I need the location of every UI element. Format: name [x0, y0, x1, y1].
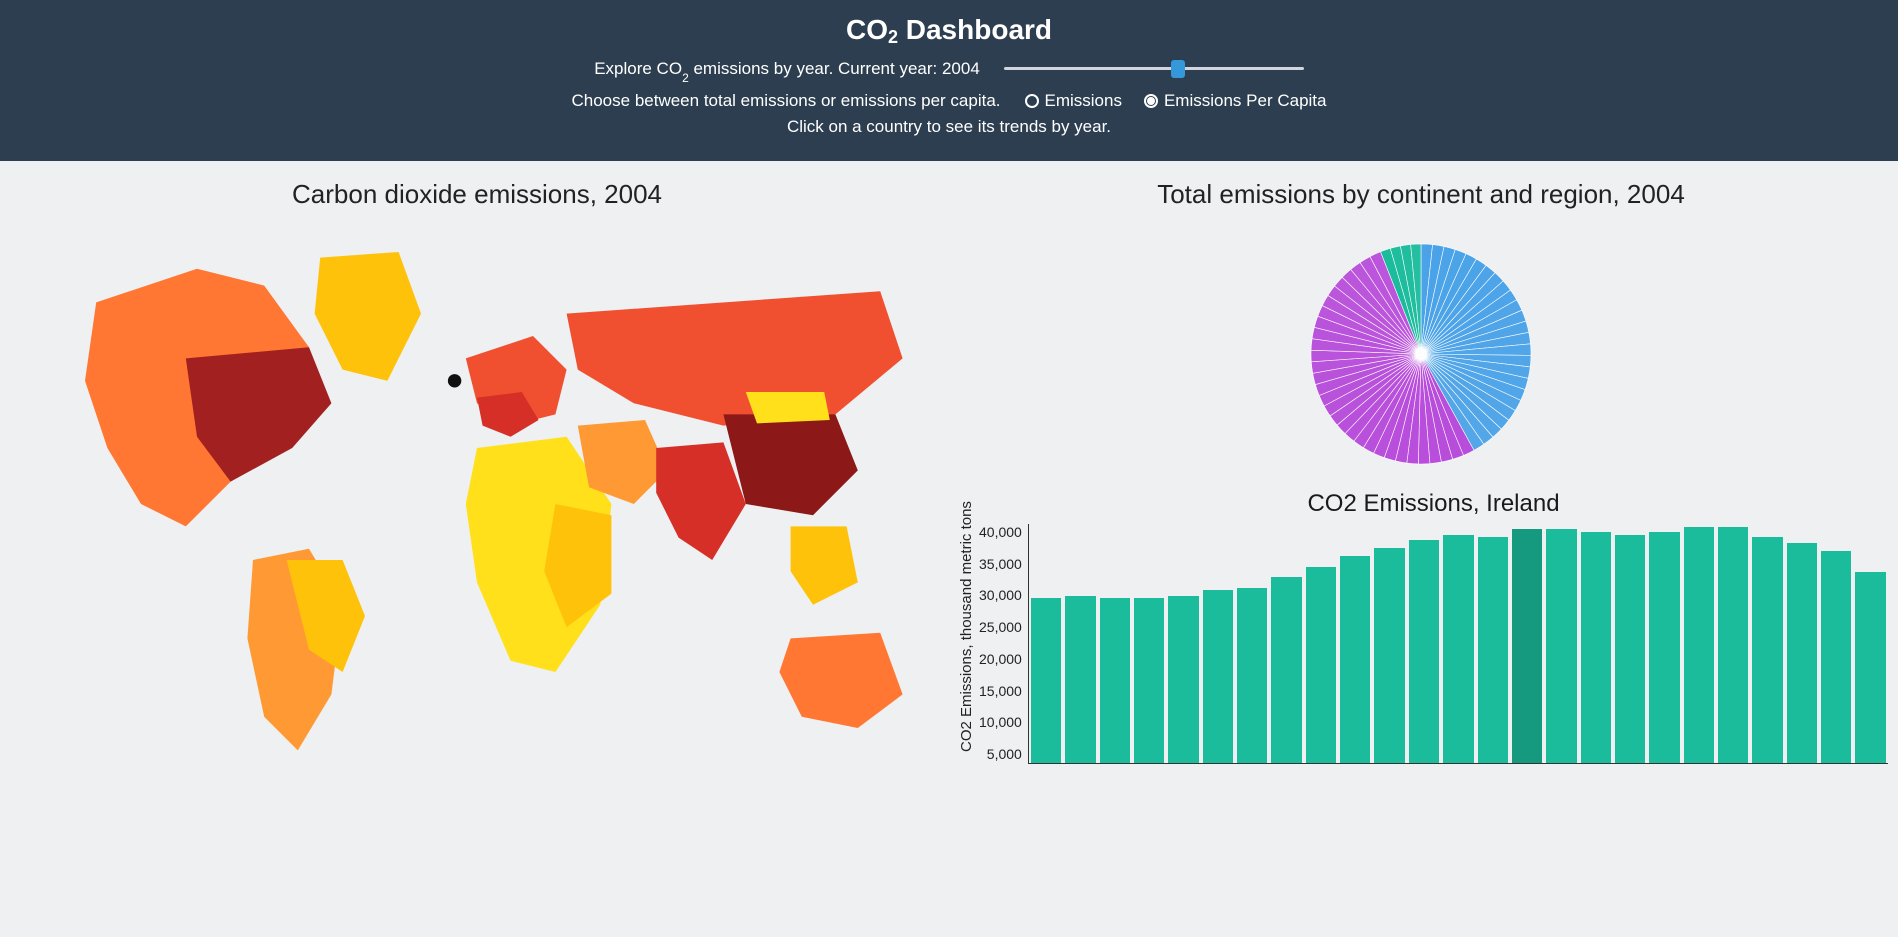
- bar-ylabel: CO2 Emissions, thousand metric tons: [954, 490, 979, 764]
- bar[interactable]: [1409, 540, 1439, 763]
- ytick-label: 30,000: [979, 587, 1022, 603]
- bar[interactable]: [1684, 527, 1714, 763]
- bar[interactable]: [1065, 596, 1095, 763]
- bar[interactable]: [1546, 529, 1576, 763]
- bar-title: CO2 Emissions, Ireland: [979, 490, 1888, 518]
- bar-plot: 40,000 35,000 30,000 25,000 20,000 15,000 10,0…: [979, 524, 1888, 764]
- pie-title: Total emissions by continent and region,…: [954, 179, 1888, 210]
- ytick-label: 5,000: [987, 746, 1022, 762]
- bar[interactable]: [1100, 598, 1130, 763]
- header: CO2 Dashboard Explore CO2 emissions by y…: [0, 0, 1898, 161]
- bar[interactable]: [1134, 598, 1164, 763]
- choose-text: Choose between total emissions or emissi…: [572, 91, 1001, 111]
- explore-text: Explore CO2 emissions by year. Current y…: [594, 59, 980, 81]
- bar[interactable]: [1031, 598, 1061, 763]
- bar[interactable]: [1237, 588, 1267, 763]
- bar-chart[interactable]: [1028, 524, 1888, 764]
- right-panel: Total emissions by continent and region,…: [954, 171, 1888, 784]
- bar[interactable]: [1340, 556, 1370, 763]
- radio-group: Emissions Emissions Per Capita: [1025, 91, 1327, 111]
- world-map[interactable]: [10, 224, 944, 784]
- bar[interactable]: [1615, 535, 1645, 763]
- click-instruction: Click on a country to see its trends by …: [787, 117, 1111, 137]
- bar[interactable]: [1855, 572, 1885, 763]
- radio-dot-icon: [1025, 94, 1039, 108]
- ytick-label: 15,000: [979, 683, 1022, 699]
- bar[interactable]: [1478, 537, 1508, 763]
- bar[interactable]: [1203, 590, 1233, 763]
- bar[interactable]: [1718, 527, 1748, 763]
- bar[interactable]: [1306, 567, 1336, 764]
- radio-dot-filled-icon: [1144, 94, 1158, 108]
- bar[interactable]: [1443, 535, 1473, 763]
- bar[interactable]: [1271, 577, 1301, 763]
- map-panel: Carbon dioxide emissions, 2004: [10, 171, 944, 784]
- map-title: Carbon dioxide emissions, 2004: [10, 179, 944, 210]
- main: Carbon dioxide emissions, 2004: [0, 161, 1898, 784]
- bar-yaxis: 40,000 35,000 30,000 25,000 20,000 15,000 10,0…: [979, 524, 1028, 764]
- ytick-label: 40,000: [979, 524, 1022, 540]
- pie-chart[interactable]: [954, 224, 1888, 484]
- radio-emissions[interactable]: Emissions: [1025, 91, 1122, 111]
- bar[interactable]: [1168, 596, 1198, 763]
- year-slider[interactable]: [1004, 56, 1304, 80]
- ytick-label: 25,000: [979, 619, 1022, 635]
- bar[interactable]: [1821, 551, 1851, 763]
- ytick-label: 10,000: [979, 714, 1022, 730]
- bar[interactable]: [1581, 532, 1611, 763]
- bar[interactable]: [1649, 532, 1679, 763]
- bar[interactable]: [1374, 548, 1404, 763]
- bar[interactable]: [1787, 543, 1817, 763]
- bar-section: CO2 Emissions, thousand metric tons CO2 …: [954, 490, 1888, 764]
- world-map-svg[interactable]: [10, 224, 944, 784]
- radio-per-capita[interactable]: Emissions Per Capita: [1144, 91, 1327, 111]
- year-slider-wrap: [1004, 56, 1304, 85]
- pie-svg[interactable]: [1301, 234, 1541, 474]
- page-title: CO2 Dashboard: [0, 14, 1898, 46]
- bar[interactable]: [1752, 537, 1782, 763]
- ytick-label: 35,000: [979, 556, 1022, 572]
- bar[interactable]: [1512, 529, 1542, 763]
- ytick-label: 20,000: [979, 651, 1022, 667]
